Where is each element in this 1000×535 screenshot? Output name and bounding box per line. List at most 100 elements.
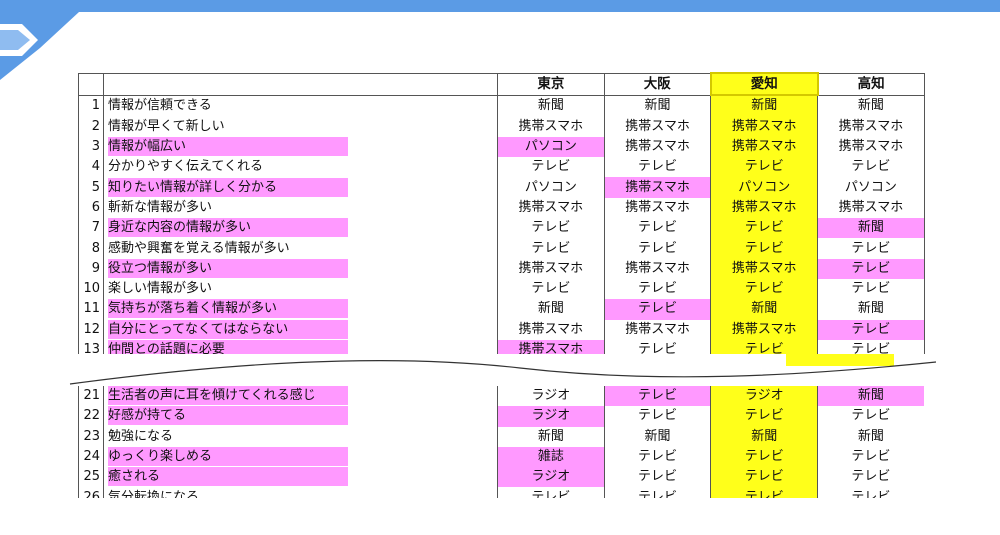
cell-osaka: テレビ <box>603 299 712 320</box>
cell-kochi: テレビ <box>817 278 925 300</box>
table-header-row: 東京 大阪 愛知 高知 <box>78 71 925 97</box>
table-row: 6 斬新な情報が多い 携帯スマホ 携帯スマホ 携帯スマホ 携帯スマホ <box>78 197 925 219</box>
cell-aichi: テレビ <box>710 446 819 468</box>
cell-tokyo: テレビ <box>497 487 605 498</box>
question-text: 分かりやすく伝えてくれる <box>108 159 263 175</box>
row-number: 6 <box>78 197 104 219</box>
table-row: 24 ゆっくり楽しめる 雑誌 テレビ テレビ テレビ <box>78 446 924 468</box>
cell-aichi: テレビ <box>710 406 819 427</box>
cell-aichi: 携帯スマホ <box>710 197 819 219</box>
row-number: 1 <box>78 95 104 117</box>
header-tokyo: 東京 <box>497 72 605 96</box>
cell-tokyo: 新聞 <box>497 95 605 117</box>
cell-aichi: テレビ <box>710 218 819 239</box>
cell-osaka: テレビ <box>603 238 712 259</box>
cell-osaka: テレビ <box>603 386 712 407</box>
header-question <box>103 72 498 96</box>
cell-kochi: テレビ <box>817 487 924 498</box>
question-cell: 情報が早くて新しい <box>103 116 498 137</box>
question-text: 情報が早くて新しい <box>108 118 225 134</box>
cell-osaka: テレビ <box>603 487 712 498</box>
question-cell: 自分にとってなくてはならない <box>103 319 498 340</box>
cell-tokyo: テレビ <box>497 238 605 259</box>
row-number: 26 <box>78 487 104 498</box>
cell-osaka: 新聞 <box>603 426 712 447</box>
question-cell: 勉強になる <box>103 426 498 447</box>
cell-tokyo: 新聞 <box>497 299 605 320</box>
question-cell: 役立つ情報が多い <box>103 258 498 279</box>
cell-kochi: 新聞 <box>817 426 924 447</box>
cell-aichi: テレビ <box>710 487 819 498</box>
question-cell: 気持ちが落ち着く情報が多い <box>103 299 498 320</box>
cell-aichi: 携帯スマホ <box>710 319 819 340</box>
table-row: 25 癒される ラジオ テレビ テレビ テレビ <box>78 467 924 488</box>
question-cell: 知りたい情報が詳しく分かる <box>103 177 498 198</box>
question-cell: ゆっくり楽しめる <box>103 446 498 468</box>
question-text: 知りたい情報が詳しく分かる <box>108 177 348 197</box>
cell-osaka: 携帯スマホ <box>603 177 712 198</box>
question-text: 身近な内容の情報が多い <box>108 218 348 238</box>
table-break-divider <box>0 354 1000 388</box>
cell-aichi: テレビ <box>710 238 819 259</box>
cell-tokyo: テレビ <box>497 218 605 239</box>
question-cell: 生活者の声に耳を傾けてくれる感じ <box>103 386 498 407</box>
row-number: 25 <box>78 467 104 488</box>
cell-tokyo: パソコン <box>497 177 605 198</box>
cell-kochi: テレビ <box>817 319 925 340</box>
question-cell: 分かりやすく伝えてくれる <box>103 157 498 178</box>
question-text: 生活者の声に耳を傾けてくれる感じ <box>108 386 348 406</box>
question-cell: 斬新な情報が多い <box>103 197 498 219</box>
header-kochi: 高知 <box>817 72 925 96</box>
row-number: 3 <box>78 136 104 158</box>
cell-kochi: 新聞 <box>817 95 925 117</box>
row-number: 12 <box>78 319 104 340</box>
cell-osaka: 携帯スマホ <box>603 258 712 279</box>
cell-osaka: 携帯スマホ <box>603 136 712 158</box>
row-number: 23 <box>78 426 104 447</box>
cell-osaka: テレビ <box>603 467 712 488</box>
question-cell: 癒される <box>103 467 498 488</box>
cell-aichi: 新聞 <box>710 299 819 320</box>
table-row: 1 情報が信頼できる 新聞 新聞 新聞 新聞 <box>78 95 925 117</box>
row-number: 24 <box>78 446 104 468</box>
cell-kochi: 携帯スマホ <box>817 197 925 219</box>
cell-kochi: 新聞 <box>817 386 924 407</box>
row-number: 8 <box>78 238 104 259</box>
cell-tokyo: パソコン <box>497 136 605 158</box>
question-text: 気持ちが落ち着く情報が多い <box>108 299 348 319</box>
table-row: 2 情報が早くて新しい 携帯スマホ 携帯スマホ 携帯スマホ 携帯スマホ <box>78 116 925 137</box>
cell-tokyo: 雑誌 <box>497 446 605 468</box>
header-num <box>78 72 104 96</box>
question-text: 斬新な情報が多い <box>108 199 213 215</box>
row-number: 9 <box>78 258 104 279</box>
media-ranking-table-bottom: 21 生活者の声に耳を傾けてくれる感じ ラジオ テレビ ラジオ 新聞 22 好感が持てる ラジオ… <box>78 386 924 498</box>
cell-tokyo: ラジオ <box>497 467 605 488</box>
table-row: 5 知りたい情報が詳しく分かる パソコン 携帯スマホ パソコン パソコン <box>78 177 925 198</box>
cell-kochi: 新聞 <box>817 218 925 239</box>
table-row: 9 役立つ情報が多い 携帯スマホ 携帯スマホ 携帯スマホ テレビ <box>78 258 925 279</box>
media-ranking-table-top: 東京 大阪 愛知 高知 1 情報が信頼できる 新聞 新聞 新聞 新聞 2 情報が早くて新しい携… <box>78 71 925 361</box>
cell-osaka: テレビ <box>603 218 712 239</box>
cell-kochi: テレビ <box>817 467 924 488</box>
cell-aichi: 携帯スマホ <box>710 116 819 137</box>
header-osaka: 大阪 <box>603 72 712 96</box>
question-text: ゆっくり楽しめる <box>108 447 348 467</box>
cell-kochi: テレビ <box>817 446 924 468</box>
cell-osaka: テレビ <box>603 446 712 468</box>
cell-kochi: テレビ <box>817 157 925 178</box>
cell-osaka: 携帯スマホ <box>603 319 712 340</box>
row-number: 22 <box>78 406 104 427</box>
table-row: 12 自分にとってなくてはならない 携帯スマホ 携帯スマホ 携帯スマホ テレビ <box>78 319 925 340</box>
row-number: 4 <box>78 157 104 178</box>
row-number: 7 <box>78 218 104 239</box>
table-row: 7 身近な内容の情報が多い テレビ テレビ テレビ 新聞 <box>78 218 925 239</box>
question-text: 自分にとってなくてはならない <box>108 319 348 339</box>
cell-kochi: 携帯スマホ <box>817 116 925 137</box>
row-number: 11 <box>78 299 104 320</box>
question-cell: 身近な内容の情報が多い <box>103 218 498 239</box>
cell-kochi: 新聞 <box>817 299 925 320</box>
cell-kochi: テレビ <box>817 406 924 427</box>
question-text: 役立つ情報が多い <box>108 258 348 278</box>
row-number: 10 <box>78 278 104 300</box>
cell-tokyo: ラジオ <box>497 386 605 407</box>
